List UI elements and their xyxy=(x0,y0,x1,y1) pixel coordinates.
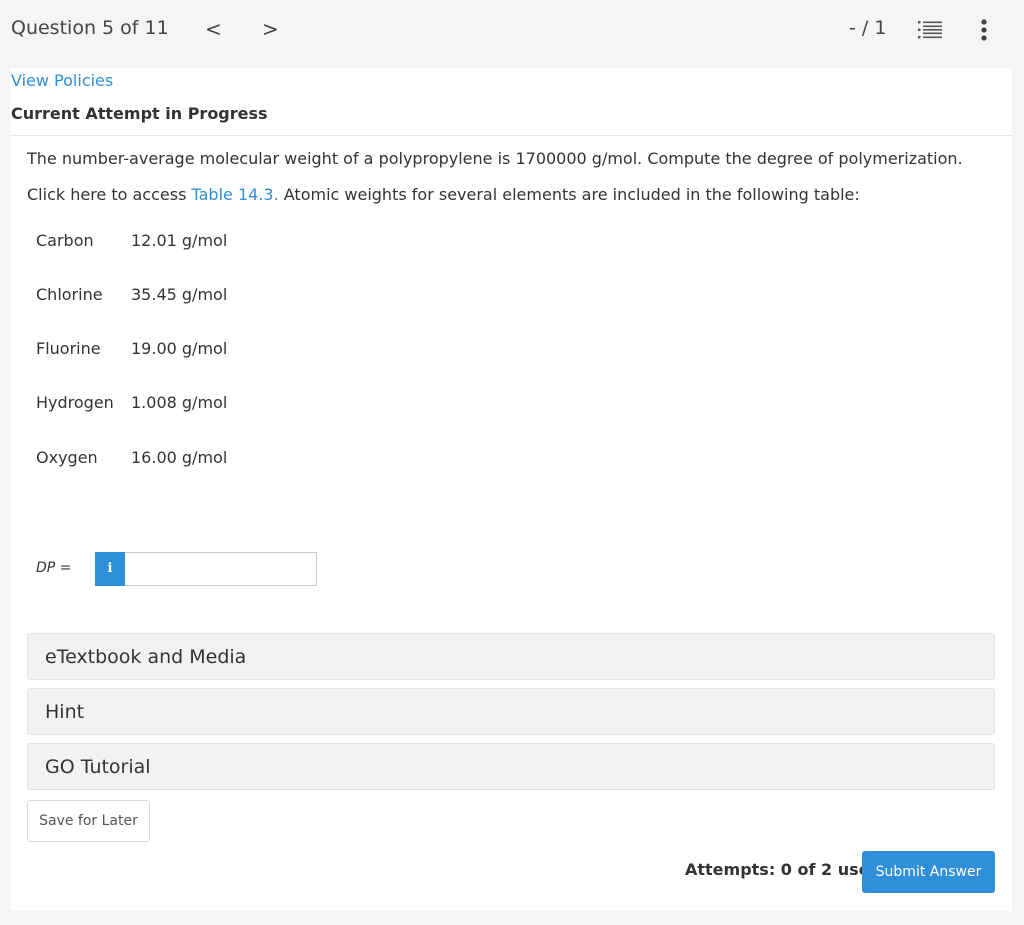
element-weight: 35.45 g/mol xyxy=(131,285,228,304)
previous-question-button[interactable]: < xyxy=(205,17,222,41)
table-14-3-link[interactable]: Table 14.3. xyxy=(192,185,279,204)
element-name: Oxygen xyxy=(36,448,98,467)
attempts-counter: Attempts: 0 of 2 used xyxy=(685,860,881,879)
divider xyxy=(10,135,1012,136)
element-name: Hydrogen xyxy=(36,393,114,412)
dp-answer-input[interactable] xyxy=(125,552,317,586)
next-question-button[interactable]: > xyxy=(262,17,279,41)
list-icon[interactable] xyxy=(918,20,942,40)
element-name: Chlorine xyxy=(36,285,103,304)
hint-section[interactable]: Hint xyxy=(27,688,995,735)
question-score: - / 1 xyxy=(849,17,887,39)
element-name: Carbon xyxy=(36,231,94,250)
question-header: Question 5 of 11 < > - / 1 xyxy=(0,0,1024,68)
section-label: Hint xyxy=(45,701,85,723)
element-weight: 1.008 g/mol xyxy=(131,393,228,412)
info-icon[interactable]: i xyxy=(95,552,125,586)
more-vertical-icon[interactable] xyxy=(980,19,988,41)
problem-statement: The number-average molecular weight of a… xyxy=(27,149,963,168)
question-counter: Question 5 of 11 xyxy=(11,17,169,39)
view-policies-link[interactable]: View Policies xyxy=(11,71,113,90)
element-weight: 12.01 g/mol xyxy=(131,231,228,250)
dp-label: DP = xyxy=(36,560,72,576)
element-weight: 16.00 g/mol xyxy=(131,448,228,467)
element-weight: 19.00 g/mol xyxy=(131,339,228,358)
submit-answer-button[interactable]: Submit Answer xyxy=(862,851,995,893)
section-label: eTextbook and Media xyxy=(45,646,247,668)
go-tutorial-section[interactable]: GO Tutorial xyxy=(27,743,995,790)
element-name: Fluorine xyxy=(36,339,101,358)
table-access-line: Click here to access Table 14.3. Atomic … xyxy=(27,185,860,204)
save-for-later-button[interactable]: Save for Later xyxy=(27,800,150,842)
question-panel: View Policies Current Attempt in Progres… xyxy=(10,68,1012,911)
attempt-heading: Current Attempt in Progress xyxy=(11,104,268,123)
section-label: GO Tutorial xyxy=(45,756,151,778)
etextbook-media-section[interactable]: eTextbook and Media xyxy=(27,633,995,680)
access-prefix: Click here to access xyxy=(27,185,192,204)
access-suffix: Atomic weights for several elements are … xyxy=(278,185,860,204)
